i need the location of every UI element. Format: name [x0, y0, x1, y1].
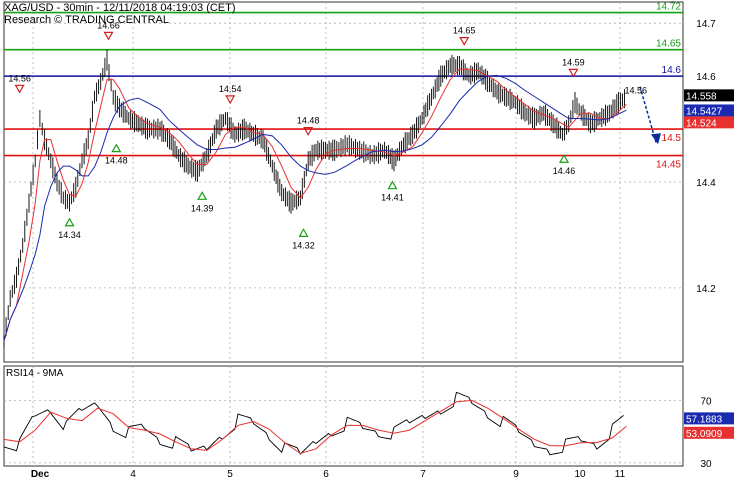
pivot-low-label: 14.34 — [58, 230, 81, 240]
level-label: 14.72 — [656, 2, 681, 13]
pivot-high-label: 14.48 — [297, 116, 320, 126]
price-box-label: 14.524 — [686, 118, 717, 129]
rsi-line — [3, 391, 624, 456]
price-chart: 14.2 14.4 14.6 14.7 Dec 4 5 6 7 9 10 11 14.72 14.65 14… — [3, 1, 734, 480]
x-tick-label: 5 — [227, 469, 233, 480]
pivot-low-label: 14.48 — [105, 156, 128, 166]
y-tick-label: 14.4 — [696, 178, 716, 189]
chart-header-title: XAG/USD - 30min - 12/11/2018 04:19:03 (C… — [4, 2, 236, 14]
x-tick-label: 11 — [615, 469, 626, 480]
price-box-label: 14.5427 — [686, 106, 723, 117]
pivot-low-label: 14.41 — [381, 193, 404, 203]
pivot-low-label: 14.32 — [292, 240, 315, 250]
rsi-value-box-label: 53.0909 — [686, 429, 723, 440]
pivot-high-label: 14.65 — [453, 26, 476, 36]
pivot-low-label: 14.39 — [191, 203, 214, 213]
x-tick-label: 7 — [420, 469, 426, 480]
pivot-low-label: 14.46 — [553, 166, 576, 176]
pivot-high-marker — [103, 31, 114, 41]
pivot-high-label: 14.56 — [8, 73, 31, 83]
pivot-low-marker — [197, 191, 208, 200]
level-label: 14.65 — [656, 39, 681, 50]
pivot-high-marker — [225, 95, 236, 105]
x-tick-label: 10 — [574, 469, 586, 480]
rsi-y-tick-label: 30 — [700, 459, 712, 470]
ma-fast-line — [3, 68, 627, 341]
pivot-high-marker — [459, 37, 470, 46]
rsi-title: RSI14 - 9MA — [6, 368, 64, 379]
forecast-arrow-head — [651, 133, 661, 145]
rsi-y-tick-label: 70 — [700, 396, 712, 407]
x-tick-label: 9 — [513, 469, 519, 480]
pivot-low-marker — [111, 143, 122, 153]
pivot-low-marker — [298, 228, 309, 237]
pivot-high-label: 14.54 — [219, 84, 242, 94]
x-tick-label: 4 — [130, 469, 136, 480]
rsi-value-box-label: 57.1883 — [686, 414, 723, 425]
level-label: 14.6 — [662, 65, 682, 76]
price-box-label: 14.558 — [686, 91, 717, 102]
y-tick-label: 14.2 — [696, 284, 716, 295]
level-label: 14.5 — [662, 133, 682, 144]
rsi-ma-line — [3, 399, 627, 455]
level-label: 14.45 — [656, 160, 681, 171]
x-tick-label: Dec — [31, 469, 50, 480]
pivot-low-marker — [387, 180, 398, 190]
pivot-high-marker — [14, 84, 25, 94]
pivot-low-marker — [64, 217, 75, 227]
chart-header-credit: Research © TRADING CENTRAL — [4, 14, 169, 26]
x-tick-label: 6 — [323, 469, 329, 480]
pivot-high-label: 14.59 — [562, 57, 585, 67]
y-tick-label: 14.6 — [696, 72, 716, 83]
y-tick-label: 14.7 — [696, 19, 716, 30]
pivot-text-label: 14.56 — [625, 85, 648, 95]
